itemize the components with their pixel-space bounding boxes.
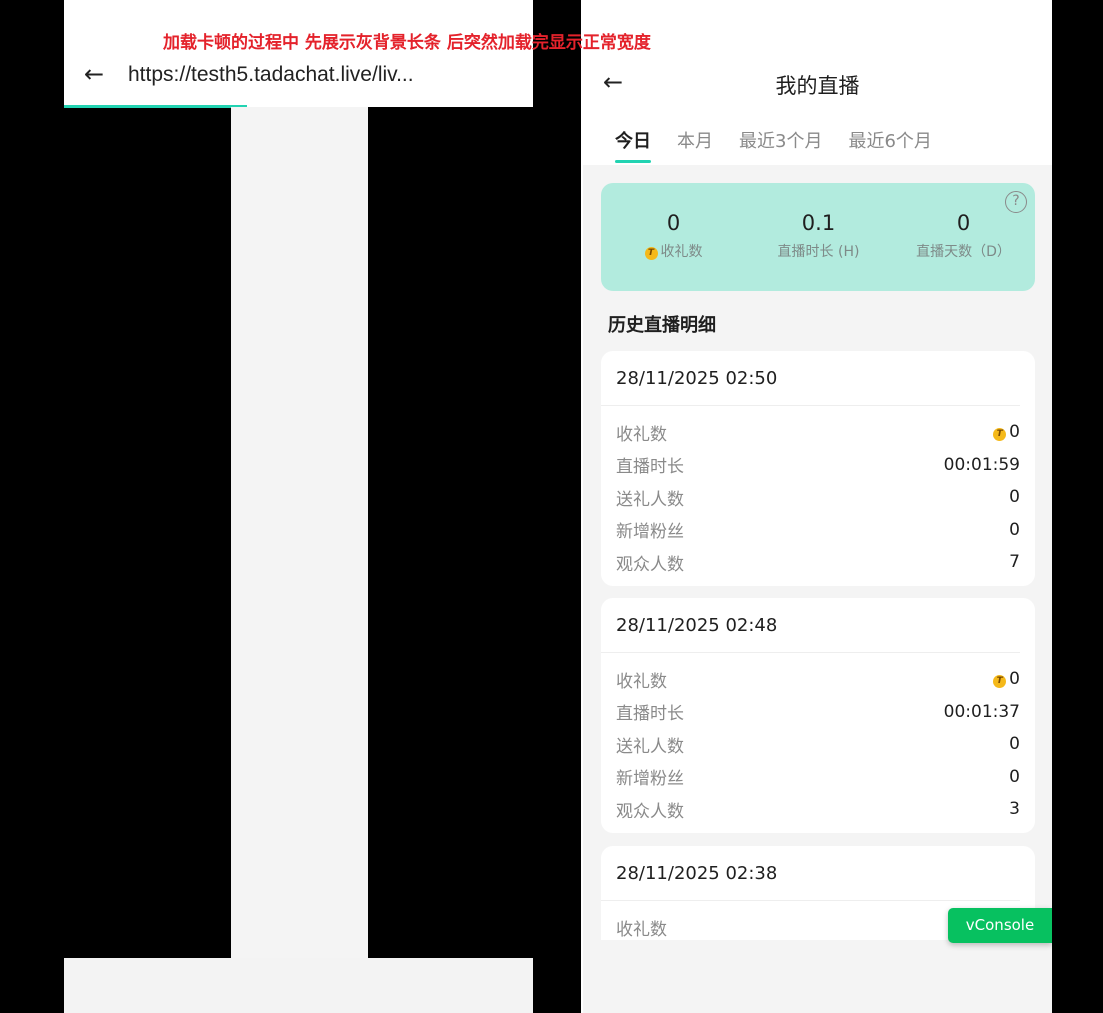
record-key: 观众人数 — [616, 554, 684, 575]
record-key: 新增粉丝 — [616, 522, 684, 543]
record-key: 新增粉丝 — [616, 769, 684, 790]
tab-today[interactable]: 今日 — [615, 127, 651, 163]
stat-days: 0 直播天数（D） — [891, 211, 1036, 261]
record-value: 00:01:37 — [943, 701, 1020, 722]
summary-card: ? 0 T 收礼数 0.1 直播时长 (H) 0 直播天数（D） — [601, 183, 1035, 291]
record-value: 00:01:59 — [943, 454, 1020, 475]
coin-icon: T — [993, 428, 1007, 442]
tab-last-6-months[interactable]: 最近6个月 — [848, 127, 931, 163]
record-row: 送礼人数 0 — [616, 728, 1020, 761]
record-date: 28/11/2025 02:48 — [601, 598, 1020, 653]
record-value: 0 — [1009, 734, 1020, 755]
record-value: 0 — [1009, 422, 1020, 443]
url-text: https://testh5.tadachat.live/liv... — [128, 63, 414, 86]
stat-days-value: 0 — [956, 211, 971, 235]
record-row: 新增粉丝 0 — [616, 761, 1020, 794]
record-key: 送礼人数 — [616, 489, 684, 510]
record-row: 收礼数 T0 — [616, 663, 1020, 696]
coin-icon: T — [644, 247, 658, 260]
stat-gifts-label: 收礼数 — [660, 244, 703, 260]
coin-icon: T — [993, 675, 1007, 689]
loading-progress-bar — [64, 105, 247, 108]
section-title: 历史直播明细 — [608, 315, 716, 336]
record-row: 观众人数 7 — [616, 546, 1020, 579]
record-row: 观众人数 3 — [616, 793, 1020, 826]
back-arrow-icon[interactable]: ← — [84, 62, 108, 86]
loading-screen: ← https://testh5.tadachat.live/liv... — [64, 0, 533, 1013]
black-margin-left — [0, 0, 64, 1013]
tab-last-3-months[interactable]: 最近3个月 — [739, 127, 822, 163]
record-card[interactable]: 28/11/2025 02:48 收礼数 T0 直播时长 00:01:37 送礼… — [601, 598, 1035, 833]
record-key: 直播时长 — [616, 704, 684, 725]
record-date: 28/11/2025 02:50 — [601, 351, 1020, 406]
tab-this-month[interactable]: 本月 — [677, 127, 713, 163]
page-title: 我的直播 — [775, 74, 860, 98]
record-value: 7 — [1009, 552, 1020, 573]
stat-duration-value: 0.1 — [801, 211, 836, 235]
record-row: 送礼人数 0 — [616, 481, 1020, 514]
record-key: 收礼数 — [616, 671, 667, 692]
record-row: 收礼数 T0 — [616, 416, 1020, 449]
stat-days-label: 直播天数（D） — [916, 244, 1011, 260]
record-value: 0 — [1009, 519, 1020, 540]
browser-header: ← https://testh5.tadachat.live/liv... — [64, 0, 533, 108]
stat-duration: 0.1 直播时长 (H) — [746, 211, 891, 261]
record-value: 0 — [1009, 487, 1020, 508]
record-row: 直播时长 00:01:37 — [616, 696, 1020, 729]
annotation-text: 加载卡顿的过程中 先展示灰背景长条 后突然加载完显示正常宽度 — [163, 33, 651, 53]
black-margin-right — [1052, 0, 1103, 1013]
record-date: 28/11/2025 02:38 — [601, 846, 1020, 901]
record-row: 新增粉丝 0 — [616, 514, 1020, 547]
record-row: 直播时长 00:01:59 — [616, 449, 1020, 482]
record-key: 直播时长 — [616, 457, 684, 478]
vconsole-button[interactable]: vConsole — [948, 908, 1052, 943]
record-value: 0 — [1009, 669, 1020, 690]
record-card[interactable]: 28/11/2025 02:50 收礼数 T0 直播时长 00:01:59 送礼… — [601, 351, 1035, 586]
record-value: 0 — [1009, 766, 1020, 787]
record-value: 3 — [1009, 799, 1020, 820]
period-tabs: 今日 本月 最近3个月 最近6个月 — [615, 127, 958, 163]
record-key: 送礼人数 — [616, 736, 684, 757]
stat-gifts: 0 T 收礼数 — [601, 211, 746, 261]
black-divider — [533, 0, 581, 1013]
stat-duration-label: 直播时长 (H) — [777, 244, 860, 260]
record-key: 观众人数 — [616, 801, 684, 822]
gray-placeholder-strip — [231, 107, 368, 958]
stat-gifts-value: 0 — [666, 211, 681, 235]
record-key: 收礼数 — [616, 424, 667, 445]
gray-bottom-bar — [64, 958, 533, 1013]
record-key: 收礼数 — [616, 919, 667, 940]
loaded-screen: ← 我的直播 今日 本月 最近3个月 最近6个月 ? 0 T 收礼数 0.1 直播… — [583, 0, 1052, 1013]
help-icon[interactable]: ? — [1005, 191, 1027, 213]
